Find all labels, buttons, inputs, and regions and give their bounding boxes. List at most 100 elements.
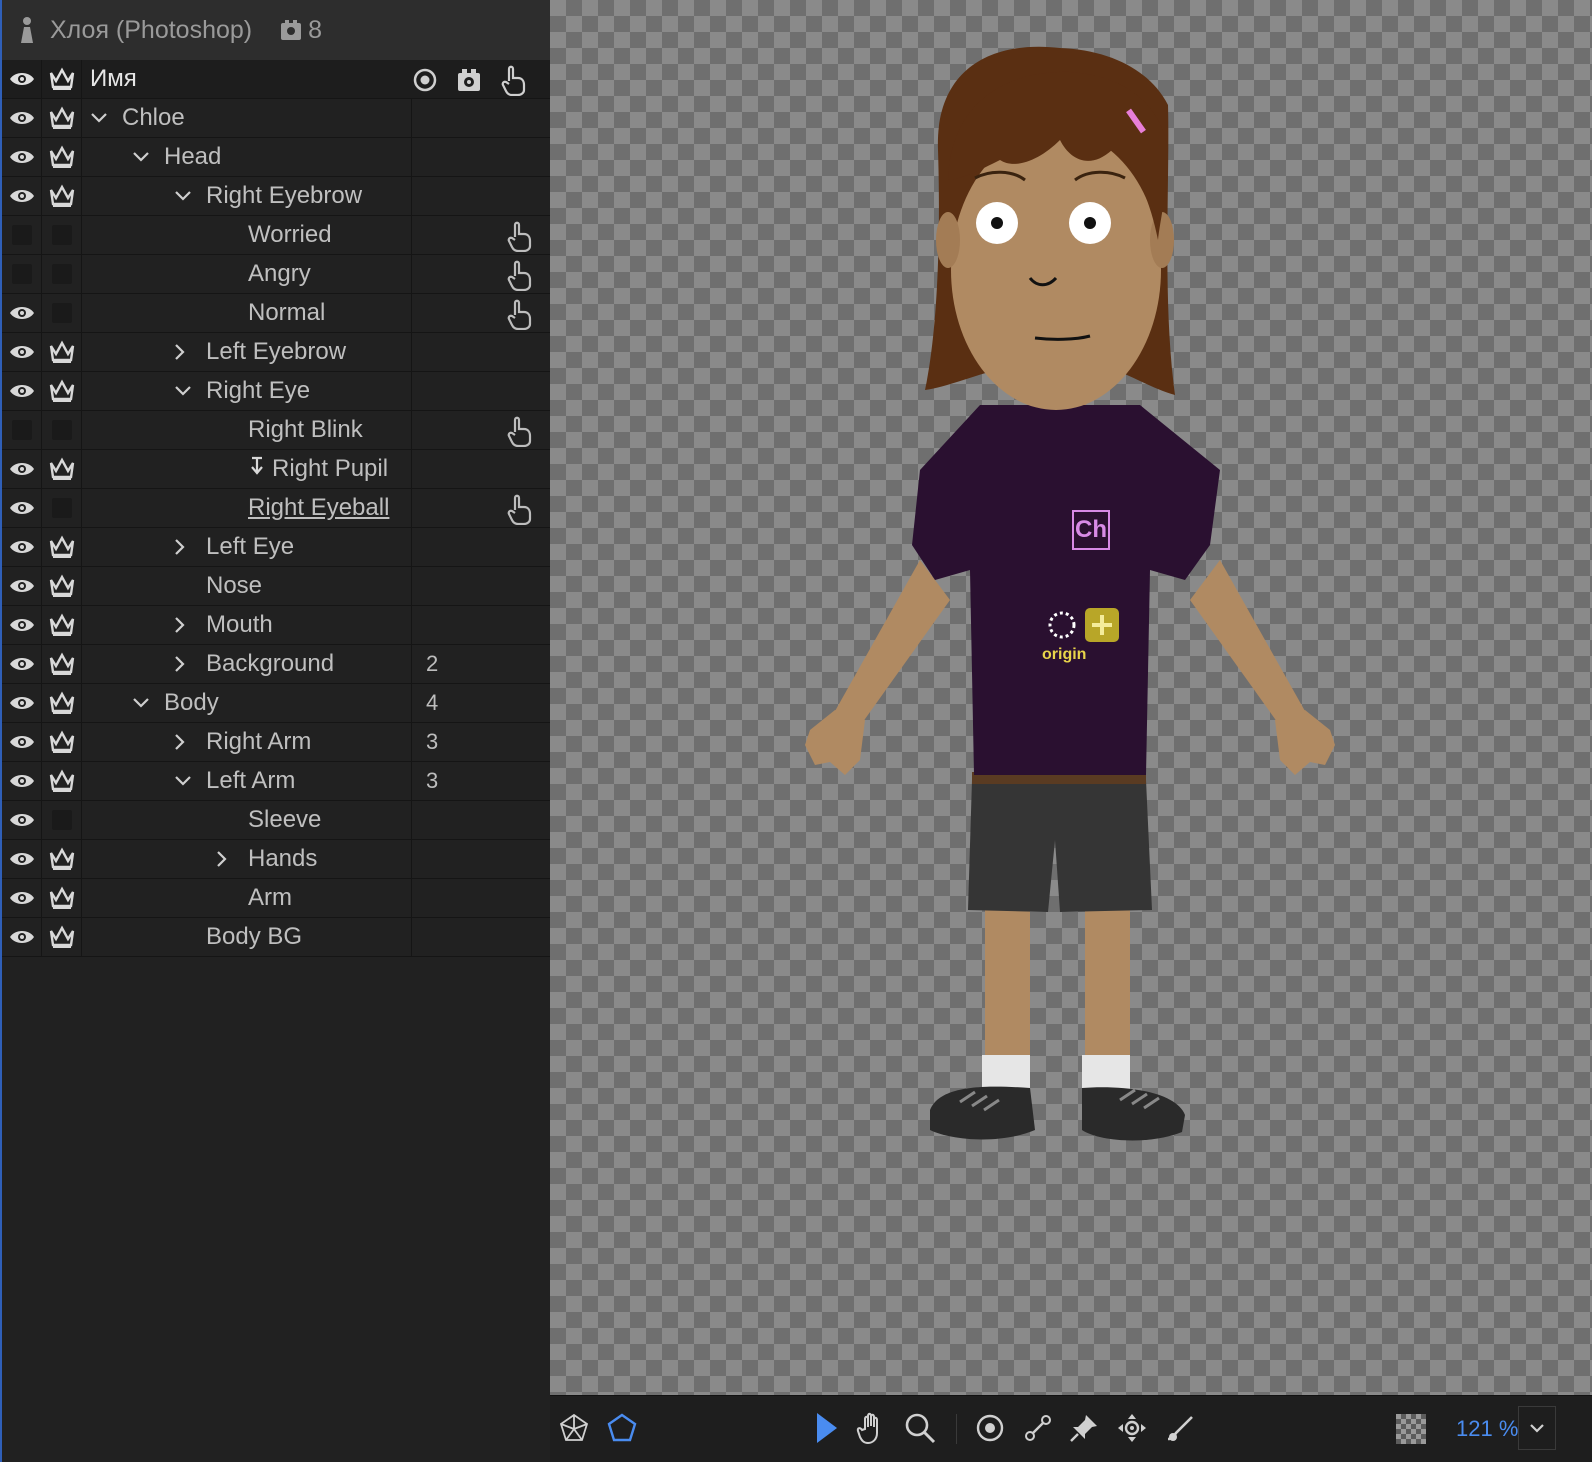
layer-row[interactable]: Body 4: [2, 683, 550, 723]
layer-name-cell[interactable]: Mouth: [82, 605, 412, 645]
camera-column-icon[interactable]: [454, 64, 484, 96]
hand-icon[interactable]: [854, 1410, 890, 1446]
layer-row[interactable]: Background 2: [2, 644, 550, 684]
layer-row[interactable]: Right Eyebrow: [2, 176, 550, 216]
independent-toggle-off[interactable]: [42, 800, 82, 840]
crown-icon[interactable]: [42, 98, 82, 138]
layer-row[interactable]: Head: [2, 137, 550, 177]
layer-row[interactable]: Mouth: [2, 605, 550, 645]
chevron-right-icon[interactable]: [174, 538, 196, 556]
layer-name-cell[interactable]: Sleeve: [82, 800, 412, 840]
polygon-tool-icon[interactable]: [604, 1410, 640, 1446]
eye-icon[interactable]: [2, 761, 42, 801]
handle-column-icon[interactable]: [498, 64, 528, 96]
crown-icon[interactable]: [42, 59, 82, 99]
crown-icon[interactable]: [42, 644, 82, 684]
chevron-right-icon[interactable]: [174, 655, 196, 673]
handle-icon[interactable]: [504, 220, 534, 252]
layer-name-cell[interactable]: Right Eye: [82, 371, 412, 411]
independent-toggle-off[interactable]: [42, 488, 82, 528]
eye-icon[interactable]: [2, 59, 42, 99]
select-arrow-icon[interactable]: [808, 1410, 844, 1446]
origin-tool-icon[interactable]: [972, 1410, 1008, 1446]
pin-tool-icon[interactable]: [1066, 1410, 1102, 1446]
layer-name-cell[interactable]: Hands: [82, 839, 412, 879]
independent-toggle-off[interactable]: [42, 410, 82, 450]
layer-name-cell[interactable]: Normal: [82, 293, 412, 333]
layer-row[interactable]: Hands: [2, 839, 550, 879]
layer-name-cell[interactable]: Right Blink: [82, 410, 412, 450]
layer-name-cell[interactable]: Right Pupil: [82, 449, 412, 489]
crown-icon[interactable]: [42, 839, 82, 879]
visibility-toggle-off[interactable]: [2, 215, 42, 255]
layer-name-cell[interactable]: Background: [82, 644, 412, 684]
layer-row[interactable]: Chloe: [2, 98, 550, 138]
zoom-icon[interactable]: [902, 1410, 938, 1446]
layer-name-cell[interactable]: Left Arm: [82, 761, 412, 801]
handle-icon[interactable]: [504, 493, 534, 525]
chevron-right-icon[interactable]: [174, 616, 196, 634]
eye-icon[interactable]: [2, 839, 42, 879]
layer-name-cell[interactable]: Body BG: [82, 917, 412, 957]
handle-icon[interactable]: [504, 415, 534, 447]
crown-icon[interactable]: [42, 917, 82, 957]
chevron-right-icon[interactable]: [216, 850, 238, 868]
independent-toggle-off[interactable]: [42, 215, 82, 255]
chevron-down-icon[interactable]: [174, 775, 196, 787]
chevron-down-icon[interactable]: [174, 385, 196, 397]
layer-row[interactable]: Right Eye: [2, 371, 550, 411]
eye-icon[interactable]: [2, 449, 42, 489]
layer-name-cell[interactable]: Right Eyebrow: [82, 176, 412, 216]
layer-name-cell[interactable]: Nose: [82, 566, 412, 606]
layer-row[interactable]: Worried: [2, 215, 550, 255]
crown-icon[interactable]: [42, 566, 82, 606]
eye-icon[interactable]: [2, 605, 42, 645]
transparency-grid-icon[interactable]: [1396, 1414, 1426, 1444]
chevron-right-icon[interactable]: [174, 733, 196, 751]
origin-column-icon[interactable]: [410, 64, 440, 96]
layer-row[interactable]: Body BG: [2, 917, 550, 957]
layer-name-cell[interactable]: Chloe: [82, 98, 412, 138]
visibility-toggle-off[interactable]: [2, 410, 42, 450]
eye-icon[interactable]: [2, 176, 42, 216]
layer-row[interactable]: Angry: [2, 254, 550, 294]
layer-row[interactable]: Nose: [2, 566, 550, 606]
crown-icon[interactable]: [42, 527, 82, 567]
layer-name-cell[interactable]: Head: [82, 137, 412, 177]
eye-icon[interactable]: [2, 293, 42, 333]
eye-icon[interactable]: [2, 683, 42, 723]
handle-icon[interactable]: [504, 259, 534, 291]
chloe-puppet-figure[interactable]: [790, 40, 1350, 1160]
chevron-down-icon[interactable]: [90, 112, 112, 124]
independent-toggle-off[interactable]: [42, 254, 82, 294]
layer-name-cell[interactable]: Right Eyeball: [82, 488, 412, 528]
crown-icon[interactable]: [42, 449, 82, 489]
eye-icon[interactable]: [2, 332, 42, 372]
layer-row[interactable]: Sleeve: [2, 800, 550, 840]
layer-name-cell[interactable]: Arm: [82, 878, 412, 918]
visibility-toggle-off[interactable]: [2, 254, 42, 294]
layer-name-cell[interactable]: Left Eyebrow: [82, 332, 412, 372]
layer-row[interactable]: Right Blink: [2, 410, 550, 450]
crown-icon[interactable]: [42, 371, 82, 411]
eye-icon[interactable]: [2, 722, 42, 762]
crown-icon[interactable]: [42, 683, 82, 723]
independent-toggle-off[interactable]: [42, 293, 82, 333]
crown-icon[interactable]: [42, 878, 82, 918]
chevron-right-icon[interactable]: [174, 343, 196, 361]
crown-icon[interactable]: [42, 332, 82, 372]
eye-icon[interactable]: [2, 98, 42, 138]
crown-icon[interactable]: [42, 761, 82, 801]
name-column-header[interactable]: Имя: [82, 60, 542, 99]
crown-icon[interactable]: [42, 176, 82, 216]
stick-tool-icon[interactable]: [1020, 1410, 1056, 1446]
layer-name-cell[interactable]: Angry: [82, 254, 412, 294]
layer-row[interactable]: Right Eyeball: [2, 488, 550, 528]
layer-row[interactable]: Normal: [2, 293, 550, 333]
chevron-down-icon[interactable]: [132, 151, 154, 163]
eye-icon[interactable]: [2, 137, 42, 177]
crown-icon[interactable]: [42, 605, 82, 645]
eye-icon[interactable]: [2, 488, 42, 528]
chevron-down-icon[interactable]: [174, 190, 196, 202]
zoom-dropdown-button[interactable]: [1518, 1406, 1556, 1450]
